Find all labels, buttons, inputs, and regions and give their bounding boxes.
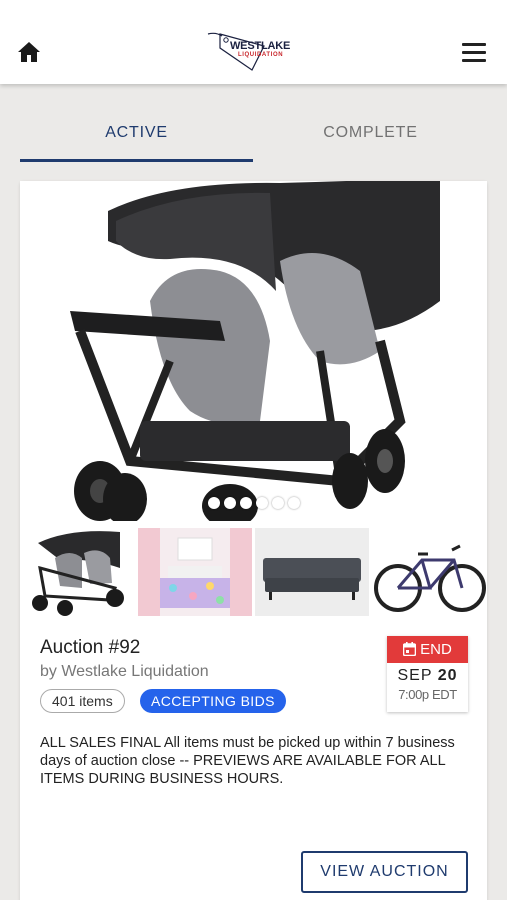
westlake-logo[interactable]: WESTLAKE LIQUIDATION (206, 28, 306, 74)
end-date-box: END SEP 20 7:00p EDT (387, 636, 468, 712)
end-header: END (387, 636, 468, 663)
auction-title[interactable]: Auction #92 (40, 637, 140, 659)
carousel-dot[interactable] (223, 497, 236, 509)
logo-subtext: LIQUIDATION (238, 52, 284, 58)
view-auction-button[interactable]: VIEW AUCTION (301, 851, 468, 893)
tab-complete[interactable]: COMPLETE (254, 106, 487, 162)
carousel-dot[interactable] (287, 497, 300, 509)
calendar-icon (402, 642, 417, 657)
end-day: 20 (437, 667, 458, 684)
logo-text: WESTLAKE (230, 40, 291, 52)
end-time: 7:00p EDT (398, 687, 457, 702)
hero-image-stroller[interactable] (20, 181, 487, 521)
tab-active[interactable]: ACTIVE (20, 106, 253, 162)
double-stroller-image (20, 181, 487, 521)
thumbnail-sofa[interactable] (255, 528, 369, 616)
carousel-dot[interactable] (207, 497, 220, 509)
carousel-dot[interactable] (255, 497, 268, 509)
thumbnail-bedding[interactable] (138, 528, 252, 616)
carousel-dot[interactable] (271, 497, 284, 509)
auction-card: Auction #92 by Westlake Liquidation 401 … (20, 181, 487, 900)
thumbnail-stroller[interactable] (20, 528, 136, 616)
auction-description: ALL SALES FINAL All items must be picked… (40, 735, 455, 787)
hamburger-menu-icon (462, 43, 492, 62)
carousel-dots (20, 496, 487, 514)
menu-button[interactable] (462, 43, 492, 67)
auction-tabs: ACTIVE COMPLETE (20, 106, 487, 162)
thumbnail-bicycle[interactable] (372, 528, 487, 616)
carousel-dot[interactable] (239, 497, 252, 509)
thumbnail-strip (20, 528, 487, 618)
auction-seller: by Westlake Liquidation (40, 663, 209, 680)
status-badge: ACCEPTING BIDS (140, 689, 286, 713)
end-label: END (420, 641, 452, 658)
app-header: WESTLAKE LIQUIDATION (0, 0, 507, 84)
items-count-badge: 401 items (40, 689, 125, 713)
home-icon (18, 42, 40, 62)
home-button[interactable] (16, 40, 46, 68)
end-date: SEP 20 (387, 667, 468, 685)
end-month: SEP (397, 667, 433, 684)
